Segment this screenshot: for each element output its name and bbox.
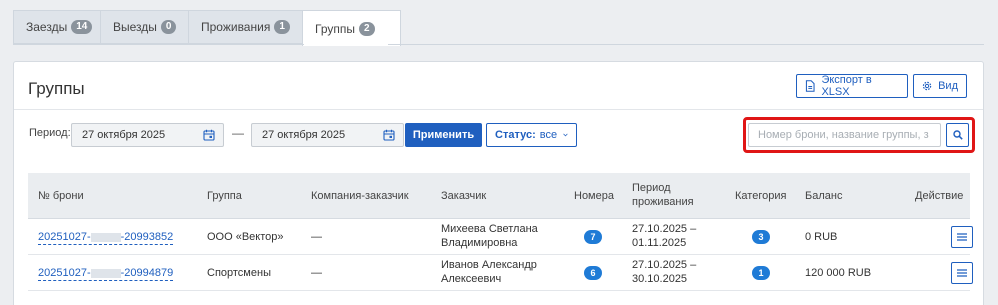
col-company: Компания-заказчик xyxy=(311,190,409,202)
tab-departures[interactable]: Выезды 0 xyxy=(100,10,188,44)
group-name: Спортсмены xyxy=(207,267,271,279)
groups-panel: Группы Экспорт в XLSX Вид Период: 27 окт… xyxy=(13,61,984,305)
col-balance: Баланс xyxy=(805,190,843,202)
date-from-input[interactable]: 27 октября 2025 xyxy=(71,123,224,147)
booking-suffix: -20993852 xyxy=(120,231,174,243)
period-line: 30.10.2025 xyxy=(632,273,688,285)
tab-bar: Заезды 14 Выезды 0 Проживания 1 Группы 2 xyxy=(13,10,401,46)
rooms-badge: 6 xyxy=(584,266,602,280)
company-name: — xyxy=(311,231,322,243)
period-line: 27.10.2025 – xyxy=(632,259,697,271)
search-icon xyxy=(952,130,963,140)
tab-label: Выезды xyxy=(113,20,157,34)
date-to-value: 27 октября 2025 xyxy=(262,129,346,141)
date-from-value: 27 октября 2025 xyxy=(82,129,166,141)
col-booking: № брони xyxy=(38,190,84,202)
hamburger-icon xyxy=(957,269,967,277)
hamburger-icon xyxy=(957,233,967,241)
calendar-icon xyxy=(383,129,395,141)
col-action: Действие xyxy=(915,190,964,202)
balance-value: 0 RUB xyxy=(805,231,838,243)
customer-line: Владимировна xyxy=(441,237,518,249)
booking-prefix: 20251027- xyxy=(38,231,91,243)
date-to-input[interactable]: 27 октября 2025 xyxy=(251,123,404,147)
row-menu-button[interactable] xyxy=(951,226,973,248)
table-row: 20251027- -20994879 Спортсмены — Иванов А… xyxy=(28,255,973,291)
view-label: Вид xyxy=(938,80,958,92)
stay-period: 27.10.2025 – 01.11.2025 xyxy=(632,222,696,250)
calendar-icon xyxy=(203,129,215,141)
customer-name: Иванов Александр Алексеевич xyxy=(441,258,537,286)
booking-link[interactable]: 20251027- -20993852 xyxy=(38,230,174,245)
period-line: 27.10.2025 – xyxy=(632,223,697,235)
customer-line: Алексеевич xyxy=(441,273,502,285)
stay-period: 27.10.2025 – 30.10.2025 xyxy=(632,258,696,286)
redacted-block xyxy=(90,268,121,278)
tab-label: Заезды xyxy=(26,20,68,34)
count-badge: 2 xyxy=(358,21,375,36)
tab-groups[interactable]: Группы 2 xyxy=(302,10,401,46)
period-line: 01.11.2025 xyxy=(632,237,687,249)
count-badge: 14 xyxy=(71,20,93,34)
tab-arrivals[interactable]: Заезды 14 xyxy=(13,10,100,44)
rooms-badge: 7 xyxy=(584,230,602,244)
apply-button[interactable]: Применить xyxy=(405,123,482,147)
chevron-down-icon xyxy=(563,133,568,137)
row-menu-button[interactable] xyxy=(951,262,973,284)
view-button[interactable]: Вид xyxy=(913,74,967,98)
col-rooms: Номера xyxy=(574,190,614,202)
header-divider xyxy=(14,109,983,110)
customer-line: Михеева Светлана xyxy=(441,223,538,235)
redacted-block xyxy=(90,232,121,242)
document-icon xyxy=(805,80,815,92)
count-badge: 0 xyxy=(160,20,177,34)
booking-suffix: -20994879 xyxy=(120,267,174,279)
search-input[interactable]: Номер брони, название группы, з xyxy=(748,123,941,147)
category-badge: 3 xyxy=(752,230,770,244)
col-period: Период проживания xyxy=(632,182,694,208)
tabs-divider xyxy=(13,44,984,45)
gear-icon xyxy=(922,81,932,91)
balance-value: 120 000 RUB xyxy=(805,267,872,279)
customer-name: Михеева Светлана Владимировна xyxy=(441,222,538,250)
count-badge: 1 xyxy=(274,20,290,34)
booking-link[interactable]: 20251027- -20994879 xyxy=(38,266,174,281)
category-badge: 1 xyxy=(752,266,770,280)
status-label: Статус: xyxy=(495,129,536,141)
export-xlsx-button[interactable]: Экспорт в XLSX xyxy=(796,74,908,98)
tab-stays[interactable]: Проживания 1 xyxy=(188,10,302,44)
search-button[interactable] xyxy=(946,123,969,147)
col-group: Группа xyxy=(207,190,242,202)
tab-label: Проживания xyxy=(201,20,271,34)
period-label: Период: xyxy=(29,127,71,139)
table-row: 20251027- -20993852 ООО «Вектор» — Михеев… xyxy=(28,219,973,255)
active-tab-gap xyxy=(304,44,388,45)
company-name: — xyxy=(311,267,322,279)
col-customer: Заказчик xyxy=(441,190,487,202)
group-name: ООО «Вектор» xyxy=(207,231,284,243)
table-header: № брони Группа Компания-заказчик Заказчи… xyxy=(28,173,970,219)
customer-line: Иванов Александр xyxy=(441,259,537,271)
export-label: Экспорт в XLSX xyxy=(821,74,872,98)
booking-prefix: 20251027- xyxy=(38,267,91,279)
page-title: Группы xyxy=(28,79,85,98)
status-value: все xyxy=(539,129,558,141)
period-dash: — xyxy=(232,126,244,140)
groups-table: № брони Группа Компания-заказчик Заказчи… xyxy=(28,173,973,291)
status-dropdown[interactable]: Статус: все xyxy=(486,123,577,147)
tab-label: Группы xyxy=(315,21,355,36)
col-category: Категория xyxy=(735,190,787,202)
